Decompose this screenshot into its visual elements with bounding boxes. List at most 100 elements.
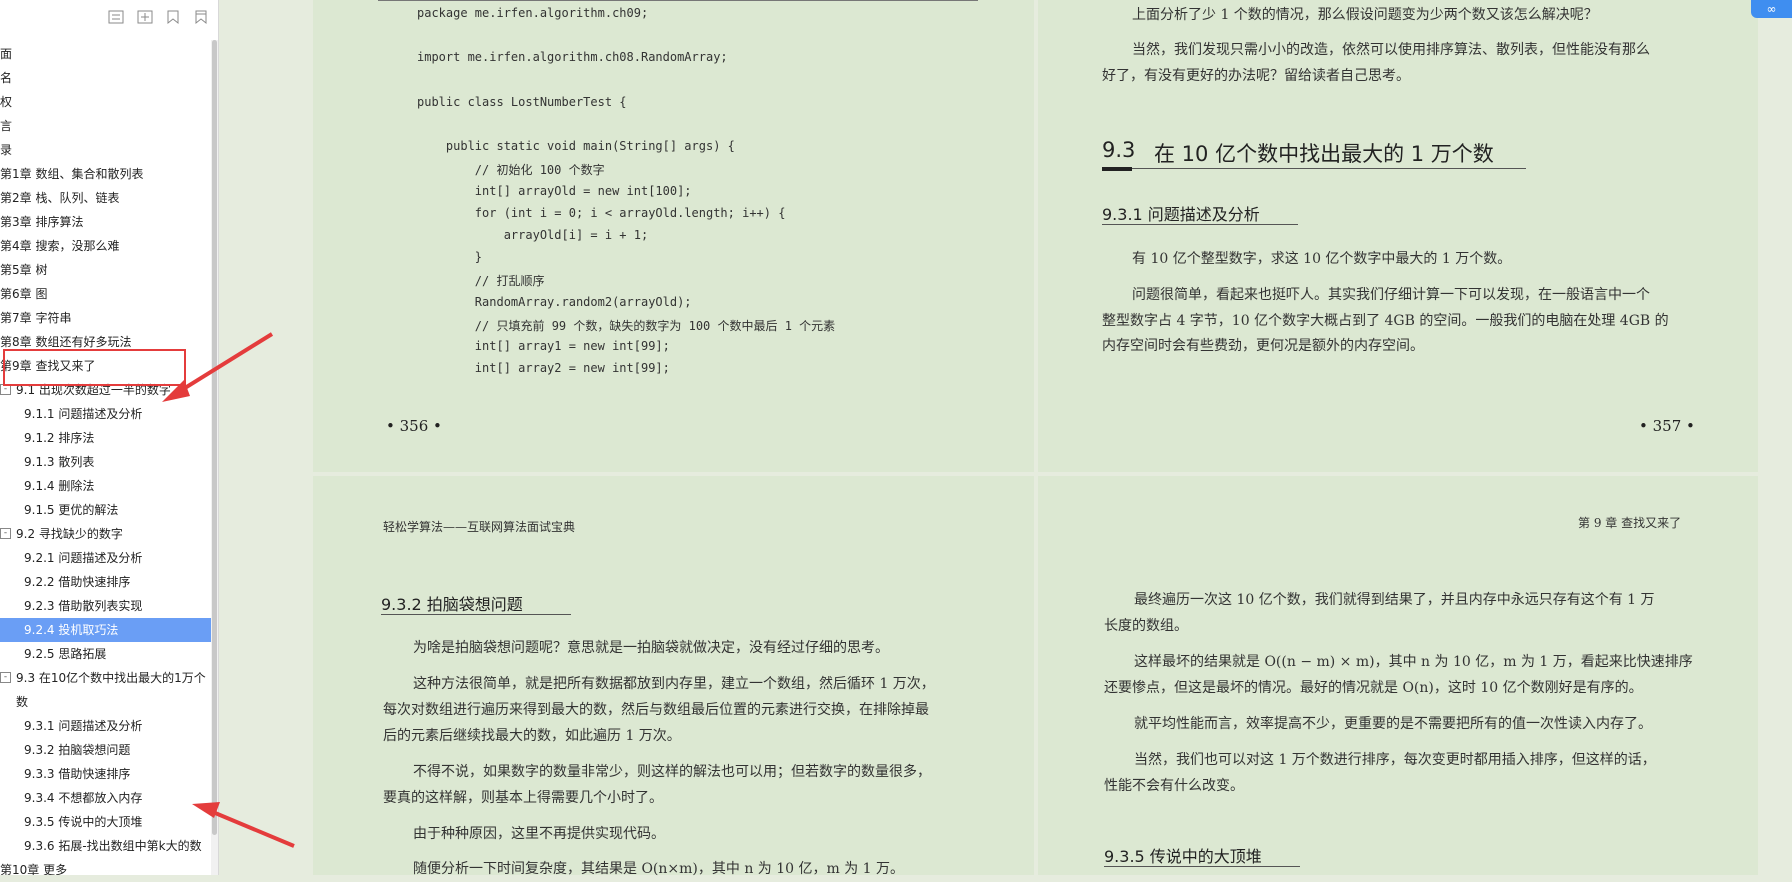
toc-item[interactable]: 第2章 栈、队列、链表 <box>0 186 213 210</box>
toc-item[interactable]: 9.1.1 问题描述及分析 <box>0 402 213 426</box>
toc-item[interactable]: 9.3.5 传说中的大顶堆 <box>0 810 213 834</box>
code-line: // 打乱顺序 <box>417 274 545 289</box>
toc-item[interactable]: 权 <box>0 90 213 114</box>
toc-item[interactable]: 第1章 数组、集合和散列表 <box>0 162 213 186</box>
toc-item[interactable]: 9.2.2 借助快速排序 <box>0 570 213 594</box>
paragraph: 每次对数组进行遍历来得到最大的数，然后与数组最后位置的元素进行交换，在排除掉最 <box>383 702 929 718</box>
toc-item-label: 权 <box>0 95 13 109</box>
toc-item[interactable]: 9.3.1 问题描述及分析 <box>0 714 213 738</box>
toc-item[interactable]: 第5章 树 <box>0 258 213 282</box>
paragraph: 问题很简单，看起来也挺吓人。其实我们仔细计算一下可以发现，在一般语言中一个 <box>1132 287 1650 303</box>
toc-item[interactable]: 第4章 搜索，没那么难 <box>0 234 213 258</box>
paragraph: 后的元素后继续找最大的数，如此遍历 1 万次。 <box>383 728 681 744</box>
subsection-title: 9.3.2 拍脑袋想问题 <box>381 595 523 614</box>
sidebar-toolbar <box>0 0 218 36</box>
code-line: int[] arrayOld = new int[100]; <box>417 183 692 198</box>
toc-item[interactable]: 言 <box>0 114 213 138</box>
toc-item[interactable]: 9.3.2 拍脑袋想问题 <box>0 738 213 762</box>
paragraph: 这种方法很简单，就是把所有数据都放到内存里，建立一个数组，然后循环 1 万次， <box>413 676 935 692</box>
toc-item[interactable]: 9.1.2 排序法 <box>0 426 213 450</box>
toc-item[interactable]: -9.2 寻找缺少的数字 <box>0 522 213 546</box>
paragraph: 内存空间时会有些费劲，更何况是额外的内存空间。 <box>1102 338 1424 354</box>
toc-item-label: 第2章 栈、队列、链表 <box>0 191 120 205</box>
code-line: // 初始化 100 个数字 <box>417 163 605 178</box>
annotation-arrow-2-icon <box>192 802 295 848</box>
paragraph: 上面分析了少 1 个数的情况，那么假设问题变为少两个数又该怎么解决呢？ <box>1132 7 1598 23</box>
paragraph: 这样最坏的结果就是 O((n − m) × m)，其中 n 为 10 亿，m 为… <box>1134 654 1693 670</box>
sidebar-scroll-thumb[interactable] <box>212 40 217 835</box>
toc-item[interactable]: 9.2.4 投机取巧法 <box>0 618 213 642</box>
code-line: public class LostNumberTest { <box>417 94 627 109</box>
toc-item-label: 9.1.5 更优的解法 <box>24 503 119 517</box>
toc-item[interactable]: 9.2.3 借助散列表实现 <box>0 594 213 618</box>
paragraph: 要真的这样解，则基本上得需要几个小时了。 <box>383 790 663 806</box>
toc-item-label: 第10章 更多 <box>0 863 68 875</box>
toc-item-label: 录 <box>0 143 13 157</box>
code-line: RandomArray.random2(arrayOld); <box>417 294 692 309</box>
toc-item-label: 9.3.1 问题描述及分析 <box>24 719 143 733</box>
paragraph: 当然，我们发现只需小小的改造，依然可以使用排序算法、散列表，但性能没有那么 <box>1132 42 1650 58</box>
toc-item-label: 面 <box>0 47 13 61</box>
code-line: package me.irfen.algorithm.ch09; <box>417 6 649 20</box>
paragraph: 由于种种原因，这里不再提供实现代码。 <box>413 826 665 842</box>
toc-item-label: 9.2 寻找缺少的数字 <box>16 527 123 541</box>
toc-item[interactable]: 9.3.4 不想都放入内存 <box>0 786 213 810</box>
toc-item-label: 第1章 数组、集合和散列表 <box>0 167 144 181</box>
toc-item[interactable]: 录 <box>0 138 213 162</box>
paragraph: 就平均性能而言，效率提高不少，更重要的是不需要把所有的值一次性读入内存了。 <box>1134 716 1652 732</box>
toc-item-label: 9.1.3 散列表 <box>24 455 95 469</box>
expand-all-icon[interactable] <box>137 9 153 25</box>
toc-item[interactable]: 第6章 图 <box>0 282 213 306</box>
toc-item[interactable]: 9.2.1 问题描述及分析 <box>0 546 213 570</box>
code-line: public static void main(String[] args) { <box>417 139 735 154</box>
page-356: package me.irfen.algorithm.ch09; import m… <box>313 0 1034 472</box>
page-359: 第 9 章 查找又来了 最终遍历一次这 10 亿个数，我们就得到结果了，并且内存… <box>1038 476 1758 875</box>
toc-item-label: 第3章 排序算法 <box>0 215 84 229</box>
app-logo-icon[interactable]: ∞ <box>1751 0 1792 18</box>
toc-item-label: 9.1.4 删除法 <box>24 479 95 493</box>
toc-item-label: 9.2.4 投机取巧法 <box>24 623 119 637</box>
page-number: • 357 • <box>1639 417 1695 435</box>
toc-item[interactable]: 名 <box>0 66 213 90</box>
paragraph: 不得不说，如果数字的数量非常少，则这样的解法也可以用；但若数字的数量很多， <box>413 764 931 780</box>
collapse-all-icon[interactable] <box>108 9 124 25</box>
annotation-highlight-box <box>3 349 186 386</box>
page-357: 上面分析了少 1 个数的情况，那么假设问题变为少两个数又该怎么解决呢？ 当然，我… <box>1038 0 1758 472</box>
code-line: for (int i = 0; i < arrayOld.length; i++… <box>417 205 786 220</box>
toc-item-label: 9.2.3 借助散列表实现 <box>24 599 143 613</box>
collapse-toggle-icon[interactable]: - <box>0 672 11 683</box>
paragraph: 还要惨点，但这是最坏的情况。最好的情况就是 O(n)，这时 10 亿个数刚好是有… <box>1104 680 1643 696</box>
toc-item-label: 9.3.4 不想都放入内存 <box>24 791 143 805</box>
toc-item[interactable]: 第7章 字符串 <box>0 306 213 330</box>
toc-item[interactable]: 9.1.5 更优的解法 <box>0 498 213 522</box>
paragraph: 当然，我们也可以对这 1 万个数进行排序，每次变更时都用插入排序，但这样的话， <box>1134 752 1656 768</box>
toc-item[interactable]: 第10章 更多 <box>0 858 213 875</box>
toc-item-label: 9.3.5 传说中的大顶堆 <box>24 815 143 829</box>
toc-item[interactable]: 9.1.4 删除法 <box>0 474 213 498</box>
toc-item-label: 言 <box>0 119 13 133</box>
section-title: 在 10 亿个数中找出最大的 1 万个数 <box>1154 142 1494 166</box>
paragraph: 好了，有没有更好的办法呢？留给读者自己思考。 <box>1102 68 1410 84</box>
toc-item[interactable]: 9.2.5 思路拓展 <box>0 642 213 666</box>
toc-item[interactable]: -9.3 在10亿个数中找出最大的1万个 <box>0 666 213 690</box>
toc-item-label: 9.3.2 拍脑袋想问题 <box>24 743 131 757</box>
toc-item[interactable]: 9.1.3 散列表 <box>0 450 213 474</box>
toc-item[interactable]: 9.3.3 借助快速排序 <box>0 762 213 786</box>
toc-item[interactable]: 面 <box>0 42 213 66</box>
toc-item-label: 第7章 字符串 <box>0 311 72 325</box>
collapse-toggle-icon[interactable]: - <box>0 528 11 539</box>
page-number: • 356 • <box>386 417 442 435</box>
paragraph: 为啥是拍脑袋想问题呢？意思就是一拍脑袋就做决定，没有经过仔细的思考。 <box>413 640 889 656</box>
add-bookmark-icon[interactable] <box>165 9 181 25</box>
code-line: import me.irfen.algorithm.ch08.RandomArr… <box>417 50 728 65</box>
paragraph: 随便分析一下时间复杂度，其结果是 O(n×m)，其中 n 为 10 亿，m 为 … <box>413 861 905 877</box>
toc-item[interactable]: 第3章 排序算法 <box>0 210 213 234</box>
code-line: int[] array1 = new int[99]; <box>417 339 670 353</box>
toc-item[interactable]: 数 <box>0 690 213 714</box>
toc-item-label: 9.1.2 排序法 <box>24 431 95 445</box>
toc-item-label: 9.2.5 思路拓展 <box>24 647 107 661</box>
bookmark-icon[interactable] <box>193 9 209 25</box>
page-358: 轻松学算法——互联网算法面试宝典 9.3.2 拍脑袋想问题 为啥是拍脑袋想问题呢… <box>313 476 1034 877</box>
paragraph: 整型数字占 4 字节，10 亿个数字大概占到了 4GB 的空间。一般我们的电脑在… <box>1102 313 1669 329</box>
toc-item[interactable]: 9.3.6 拓展-找出数组中第k大的数 <box>0 834 213 858</box>
